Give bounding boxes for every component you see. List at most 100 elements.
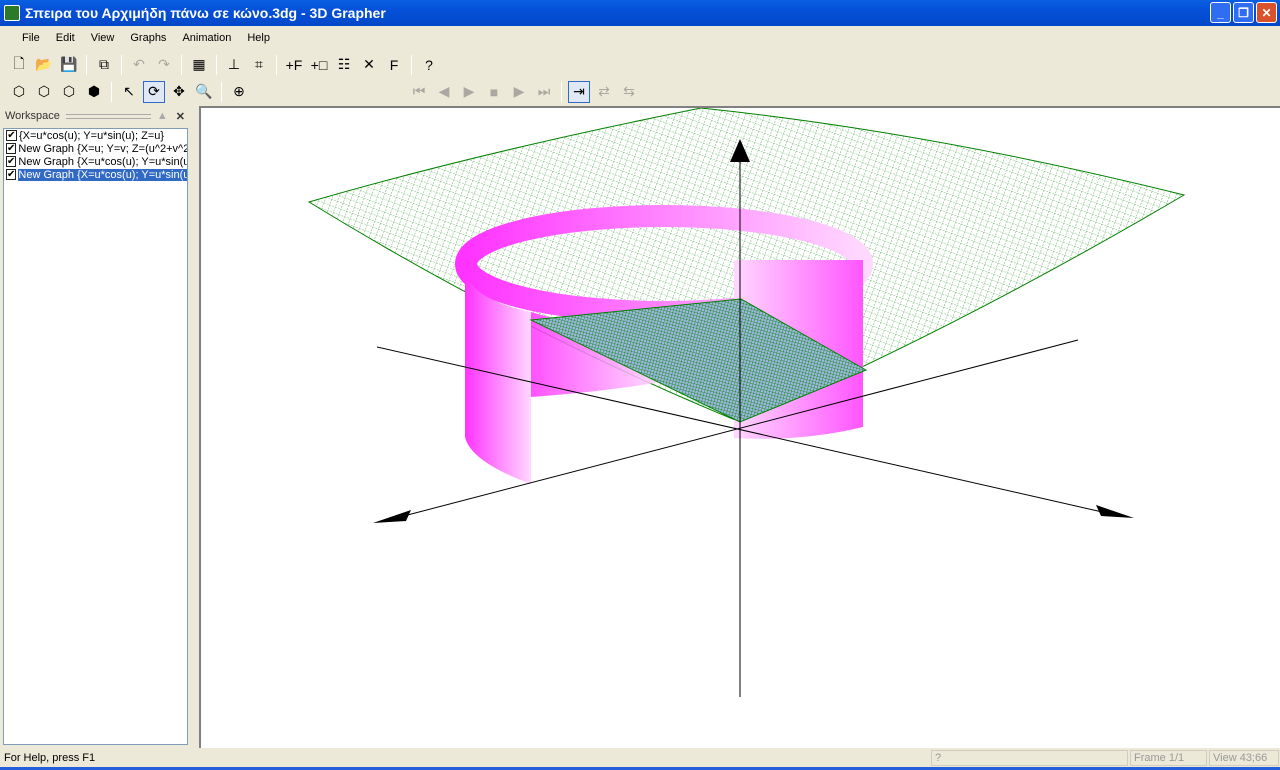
- toolbar-separator: [216, 54, 217, 75]
- menu-help[interactable]: Help: [239, 32, 278, 44]
- graph-viewport[interactable]: [199, 106, 1280, 748]
- new-icon: 🗋: [13, 54, 25, 71]
- window-title: Σπειρα του Αρχιμήδη πάνω σε κώνο.3dg - 3…: [25, 5, 386, 21]
- workspace-panel: Workspace ▲ ✕ ✔ {X=u*cos(u); Y=u*sin(u); Z…: [0, 106, 191, 748]
- zoom-icon: 🔍: [195, 83, 213, 99]
- view-front-button[interactable]: ⬡: [8, 81, 30, 103]
- add-function-button[interactable]: +F: [283, 54, 305, 76]
- last-frame-icon: ⏭: [537, 83, 551, 99]
- copy-icon: ⧉: [99, 56, 109, 72]
- redo-button[interactable]: ↷: [153, 54, 175, 76]
- open-button[interactable]: 📂: [33, 54, 55, 76]
- view-top-button[interactable]: ⬡: [58, 81, 80, 103]
- bounce-icon: ⇆: [623, 83, 635, 99]
- menu-graphs[interactable]: Graphs: [122, 32, 174, 44]
- graph-label: New Graph {X=u; Y=v; Z=(u^2+v^2: [18, 142, 188, 155]
- toolbar-separator: [221, 81, 222, 102]
- select-icon: ↖: [123, 83, 135, 99]
- grid-button[interactable]: ⌗: [248, 54, 270, 76]
- graph-list-item[interactable]: ✔ New Graph {X=u*cos(u); Y=u*sin(u): [4, 155, 187, 168]
- delete-icon: ✕: [363, 56, 375, 72]
- status-frame: Frame 1/1: [1130, 750, 1207, 766]
- delete-button[interactable]: ✕: [358, 54, 380, 76]
- toolbar-separator: [111, 81, 112, 102]
- copy-button[interactable]: ⧉: [93, 54, 115, 76]
- visibility-checkbox[interactable]: ✔: [6, 130, 17, 141]
- save-button[interactable]: 💾: [58, 54, 80, 76]
- first-frame-button[interactable]: ⏮: [408, 81, 430, 103]
- zoom-fit-button[interactable]: ⊕: [228, 81, 250, 103]
- graph-list-item[interactable]: ✔ {X=u*cos(u); Y=u*sin(u); Z=u}: [4, 129, 187, 142]
- toolbar-separator: [86, 54, 87, 75]
- minimize-button[interactable]: _: [1210, 2, 1231, 23]
- graph-properties-icon: ☷: [337, 56, 351, 72]
- help-button[interactable]: ?: [418, 54, 440, 76]
- graph-label: New Graph {X=u*cos(u); Y=u*sin(u): [18, 168, 187, 181]
- menu-file[interactable]: File: [14, 32, 48, 44]
- status-mode: ?: [931, 750, 1128, 766]
- select-button[interactable]: ↖: [118, 81, 140, 103]
- view-toolbar: ⬡ ⬡ ⬡ ⬢ ↖ ⟳ ✥ 🔍 ⊕: [0, 79, 250, 104]
- move-icon: ✥: [173, 83, 185, 99]
- next-frame-button[interactable]: ▶: [508, 81, 530, 103]
- toolbar-separator: [121, 54, 122, 75]
- visibility-checkbox[interactable]: ✔: [6, 169, 17, 180]
- play-button[interactable]: ▶: [458, 81, 480, 103]
- undo-button[interactable]: ↶: [128, 54, 150, 76]
- toolbar-separator: [276, 54, 277, 75]
- axes-button[interactable]: ⊥: [223, 54, 245, 76]
- toolbar-separator: [561, 81, 562, 102]
- last-frame-button[interactable]: ⏭: [533, 81, 555, 103]
- properties-icon: ▦: [192, 56, 206, 72]
- add-graph-icon: +□: [310, 56, 328, 73]
- graph-list: ✔ {X=u*cos(u); Y=u*sin(u); Z=u} ✔ New Grap…: [3, 128, 188, 745]
- close-panel-icon[interactable]: ✕: [176, 110, 185, 123]
- function-icon: F: [389, 56, 399, 73]
- graph-label: {X=u*cos(u); Y=u*sin(u); Z=u}: [19, 129, 165, 142]
- bounce-button[interactable]: ⇆: [618, 81, 640, 103]
- new-button[interactable]: 🗋: [8, 54, 30, 76]
- play-once-icon: ⇥: [573, 83, 585, 99]
- status-help: For Help, press F1: [4, 752, 96, 764]
- 3d-plot[interactable]: [201, 107, 1280, 750]
- toolbar-separator: [181, 54, 182, 75]
- menu-view[interactable]: View: [83, 32, 123, 44]
- view-3d-icon: ⬢: [87, 83, 101, 99]
- graph-label: New Graph {X=u*cos(u); Y=u*sin(u): [18, 155, 188, 168]
- next-frame-icon: ▶: [513, 83, 525, 99]
- x-axis-arrow: [1096, 505, 1134, 518]
- close-button[interactable]: ✕: [1256, 2, 1277, 23]
- rotate-button[interactable]: ⟳: [143, 80, 165, 103]
- view-top-icon: ⬡: [62, 83, 76, 99]
- graph-list-item[interactable]: ✔ New Graph {X=u*cos(u); Y=u*sin(u): [4, 168, 187, 181]
- properties-button[interactable]: ▦: [188, 54, 210, 76]
- animation-toolbar: ⏮ ◀ ▶ ■ ▶ ⏭ ⇥ ⇄ ⇆: [400, 79, 640, 104]
- zoom-fit-icon: ⊕: [233, 83, 245, 99]
- app-icon: [4, 5, 20, 21]
- play-once-button[interactable]: ⇥: [568, 80, 590, 103]
- add-function-icon: +F: [285, 56, 303, 73]
- collapse-icon[interactable]: ▲: [157, 110, 168, 122]
- loop-button[interactable]: ⇄: [593, 81, 615, 103]
- view-front-icon: ⬡: [12, 83, 26, 99]
- panel-grip[interactable]: [65, 113, 151, 119]
- zoom-button[interactable]: 🔍: [193, 81, 215, 103]
- save-icon: 💾: [60, 56, 78, 72]
- add-graph-button[interactable]: +□: [308, 54, 330, 76]
- menu-edit[interactable]: Edit: [48, 32, 83, 44]
- function-button[interactable]: F: [383, 54, 405, 76]
- view-3d-button[interactable]: ⬢: [83, 81, 105, 103]
- view-side-button[interactable]: ⬡: [33, 81, 55, 103]
- graph-list-item[interactable]: ✔ New Graph {X=u; Y=v; Z=(u^2+v^2: [4, 142, 187, 155]
- stop-button[interactable]: ■: [483, 81, 505, 103]
- help-icon: ?: [425, 56, 433, 73]
- visibility-checkbox[interactable]: ✔: [6, 156, 17, 167]
- graph-properties-button[interactable]: ☷: [333, 54, 355, 76]
- restore-button[interactable]: ❐: [1233, 2, 1254, 23]
- move-button[interactable]: ✥: [168, 81, 190, 103]
- menu-animation[interactable]: Animation: [174, 32, 239, 44]
- main-toolbar: 🗋 📂 💾 ⧉ ↶ ↷ ▦ ⊥ ⌗ +F +□ ☷ ✕ F?: [0, 52, 440, 77]
- visibility-checkbox[interactable]: ✔: [6, 143, 17, 154]
- prev-frame-button[interactable]: ◀: [433, 81, 455, 103]
- prev-frame-icon: ◀: [438, 83, 450, 99]
